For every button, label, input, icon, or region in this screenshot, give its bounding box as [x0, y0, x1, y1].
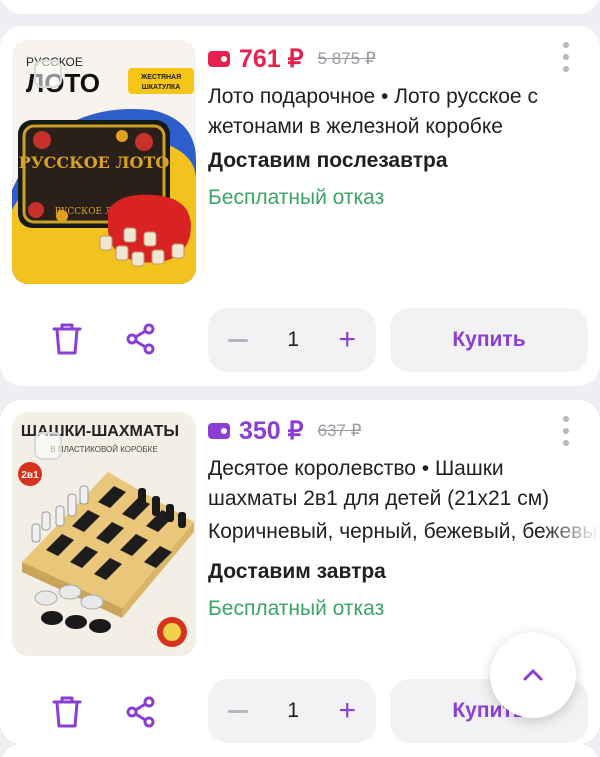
old-price: 5 875 ₽ [317, 49, 376, 68]
more-options-icon[interactable] [562, 42, 570, 72]
price-row: 350 ₽ 637 ₽ [208, 416, 361, 446]
select-checkbox[interactable] [34, 60, 62, 88]
buy-button[interactable]: Купить [390, 308, 588, 372]
svg-text:ШКАТУЛКА: ШКАТУЛКА [142, 84, 181, 91]
share-icon[interactable] [126, 696, 156, 728]
increase-button[interactable]: + [338, 696, 356, 726]
increase-button[interactable]: + [338, 325, 356, 355]
wallet-icon [208, 51, 230, 67]
product-title[interactable]: Десятое королевство • Шашки шахматы 2в1 … [208, 454, 588, 514]
quantity-stepper: 1 + [208, 679, 376, 743]
product-variant: Коричневый, черный, бежевый, бежевый [208, 520, 600, 543]
more-options-icon[interactable] [562, 416, 570, 446]
old-price: 637 ₽ [317, 421, 362, 440]
price-row: 761 ₽ 5 875 ₽ [208, 44, 376, 74]
previous-card-edge [0, 0, 600, 14]
decrease-button[interactable] [228, 338, 248, 342]
chevron-up-icon [523, 669, 543, 681]
decrease-button[interactable] [228, 709, 248, 713]
wallet-icon [208, 423, 230, 439]
quantity-stepper: 1 + [208, 308, 376, 372]
image-badge: 2в1 [21, 470, 39, 481]
quantity-value: 1 [287, 699, 300, 722]
refund-info: Бесплатный отказ [208, 186, 385, 209]
delivery-info: Доставим послезавтра [208, 149, 448, 172]
trash-icon[interactable] [52, 695, 82, 729]
product-image[interactable]: ШАШКИ-ШАХМАТЫ В ПЛАСТИКОВОЙ КОРОБКЕ 2в1 [12, 412, 196, 656]
quantity-value: 1 [287, 328, 300, 351]
scroll-to-top-button[interactable] [490, 632, 576, 718]
select-checkbox[interactable] [34, 432, 62, 460]
product-image[interactable]: РУССКОЕ ЛОТО ЖЕСТЯНАЯ ШКАТУЛКА РУССКОЕ Л… [12, 40, 196, 284]
price: 761 ₽ [239, 45, 304, 73]
price: 350 ₽ [239, 417, 304, 445]
image-box-label: РУССКОЕ ЛОТО [19, 153, 170, 172]
product-title[interactable]: Лото подарочное • Лото русское с жетонам… [208, 82, 588, 142]
image-text-sub: В ПЛАСТИКОВОЙ КОРОБКЕ [50, 445, 157, 454]
delivery-info: Доставим завтра [208, 560, 386, 583]
svg-text:ЖЕСТЯНАЯ: ЖЕСТЯНАЯ [140, 74, 181, 81]
next-card-edge [0, 744, 600, 757]
share-icon[interactable] [126, 323, 156, 355]
cart-item-card: РУССКОЕ ЛОТО ЖЕСТЯНАЯ ШКАТУЛКА РУССКОЕ Л… [0, 26, 600, 386]
trash-icon[interactable] [52, 322, 82, 356]
refund-info: Бесплатный отказ [208, 597, 385, 620]
